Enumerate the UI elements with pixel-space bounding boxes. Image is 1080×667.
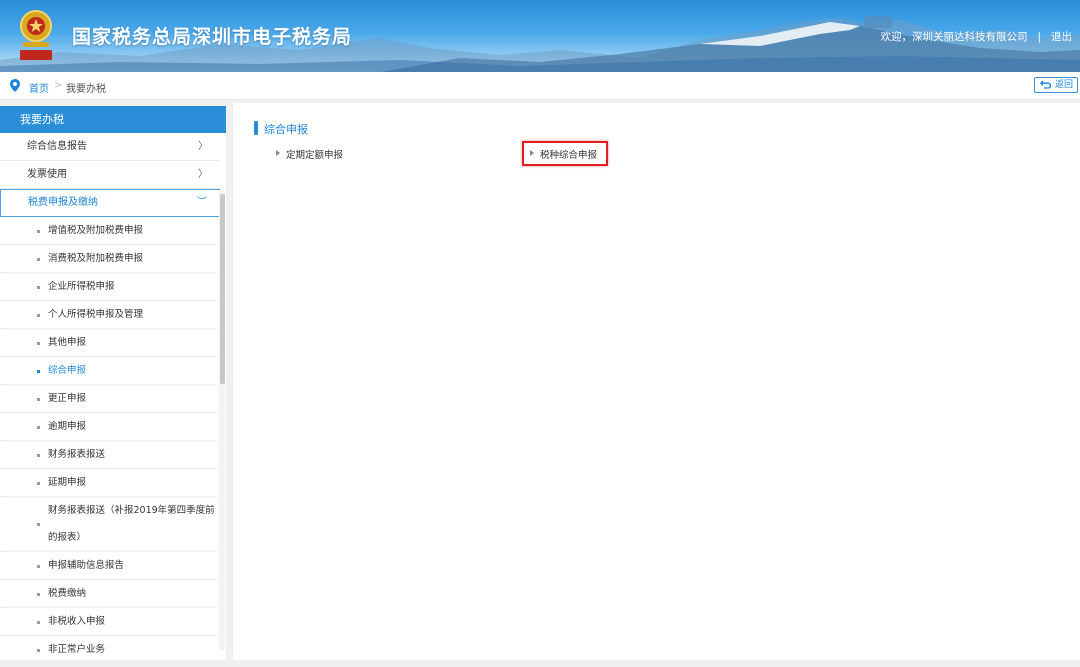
submenu-item-label: 更正申报 bbox=[48, 393, 87, 404]
bullet-icon bbox=[37, 258, 40, 261]
submenu-item-label: 非税收入申报 bbox=[48, 616, 106, 627]
submenu-item[interactable]: 逾期申报 bbox=[0, 413, 220, 441]
breadcrumb-current: 我要办税 bbox=[66, 84, 106, 95]
link-fixed-quota-declaration[interactable]: 定期定额申报 bbox=[276, 147, 343, 161]
caret-right-icon bbox=[530, 150, 534, 156]
bullet-icon bbox=[37, 426, 40, 429]
user-area: 欢迎，深圳关丽达科技有限公司 | 退出 bbox=[880, 29, 1072, 44]
submenu-item-label: 非正常户业务 bbox=[48, 644, 106, 655]
submenu-item-label: 申报辅助信息报告 bbox=[48, 560, 125, 571]
submenu-item-label: 消费税及附加税费申报 bbox=[48, 253, 144, 264]
submenu-item[interactable]: 财务报表报送 bbox=[0, 441, 220, 469]
sidebar-scrollbar-thumb[interactable] bbox=[220, 194, 225, 384]
bullet-icon bbox=[37, 314, 40, 317]
submenu-item-label: 企业所得税申报 bbox=[48, 281, 115, 292]
caret-right-icon bbox=[276, 150, 280, 156]
submenu-item-label: 延期申报 bbox=[48, 477, 87, 488]
site-header: 国家税务总局深圳市电子税务局 欢迎，深圳关丽达科技有限公司 | 退出 bbox=[0, 0, 1080, 72]
tax-emblem-logo bbox=[14, 6, 58, 62]
main-panel: 综合申报 定期定额申报 税种综合申报 bbox=[233, 103, 1080, 660]
submenu-item[interactable]: 延期申报 bbox=[0, 469, 220, 497]
breadcrumb-bar: 首页 > 我要办税 bbox=[0, 72, 1080, 100]
sidebar-item-label: 综合信息报告 bbox=[27, 141, 87, 152]
logout-link[interactable]: 退出 bbox=[1051, 31, 1072, 43]
bullet-icon bbox=[37, 649, 40, 652]
link-label: 税种综合申报 bbox=[540, 150, 598, 161]
chevron-right-icon: 〉 bbox=[198, 169, 208, 180]
submenu-item-label: 财务报表报送（补报2019年第四季度前的报表） bbox=[48, 505, 215, 543]
back-button[interactable]: 返回 bbox=[1034, 77, 1078, 93]
submenu-item-label: 税费缴纳 bbox=[48, 588, 87, 599]
submenu-item-label: 财务报表报送 bbox=[48, 449, 106, 460]
bullet-icon bbox=[37, 482, 40, 485]
sidebar-item-invoice[interactable]: 发票使用 〉 bbox=[0, 161, 220, 189]
chevron-right-icon: 〉 bbox=[198, 141, 208, 152]
submenu-item-label: 综合申报 bbox=[48, 365, 87, 376]
sidebar-item-label: 税费申报及缴纳 bbox=[28, 197, 98, 208]
submenu-item[interactable]: 增值税及附加税费申报 bbox=[0, 217, 220, 245]
submenu-item[interactable]: 个人所得税申报及管理 bbox=[0, 301, 220, 329]
bullet-icon bbox=[37, 593, 40, 596]
sidebar: 我要办税 综合信息报告 〉 发票使用 〉 税费申报及缴纳 ︶ 增值税及附加税费申… bbox=[0, 106, 226, 660]
submenu-item[interactable]: 非税收入申报 bbox=[0, 608, 220, 636]
submenu-item[interactable]: 非正常户业务 bbox=[0, 636, 220, 660]
submenu-item[interactable]: 更正申报 bbox=[0, 385, 220, 413]
section-marker bbox=[254, 121, 258, 135]
link-comprehensive-tax-declaration[interactable]: 税种综合申报 bbox=[530, 147, 597, 161]
breadcrumb-home[interactable]: 首页 bbox=[29, 80, 49, 95]
bullet-icon bbox=[37, 565, 40, 568]
submenu-item[interactable]: 财务报表报送（补报2019年第四季度前的报表） bbox=[0, 497, 220, 552]
sidebar-item-info-report[interactable]: 综合信息报告 〉 bbox=[0, 133, 220, 161]
bullet-icon bbox=[37, 342, 40, 345]
back-button-label: 返回 bbox=[1055, 80, 1074, 90]
submenu-item[interactable]: 企业所得税申报 bbox=[0, 273, 220, 301]
submenu-item-label: 其他申报 bbox=[48, 337, 87, 348]
submenu-item[interactable]: 其他申报 bbox=[0, 329, 220, 357]
bullet-icon bbox=[37, 398, 40, 401]
submenu-item-label: 个人所得税申报及管理 bbox=[48, 309, 144, 320]
bullet-icon bbox=[37, 370, 40, 373]
submenu-item[interactable]: 消费税及附加税费申报 bbox=[0, 245, 220, 273]
submenu-item[interactable]: 税费缴纳 bbox=[0, 580, 220, 608]
section-title: 综合申报 bbox=[264, 123, 308, 136]
welcome-text: 欢迎，深圳关丽达科技有限公司 bbox=[880, 31, 1028, 43]
chevron-down-icon: ︶ bbox=[197, 197, 207, 208]
location-pin-icon bbox=[10, 79, 20, 92]
header-separator: | bbox=[1037, 31, 1041, 43]
submenu-item-label: 增值税及附加税费申报 bbox=[48, 225, 144, 236]
sidebar-item-label: 发票使用 bbox=[27, 169, 67, 180]
site-title: 国家税务总局深圳市电子税务局 bbox=[72, 26, 353, 48]
bullet-icon bbox=[37, 621, 40, 624]
bullet-icon bbox=[37, 230, 40, 233]
return-arrow-icon bbox=[1040, 80, 1051, 89]
sidebar-item-tax-declaration[interactable]: 税费申报及缴纳 ︶ bbox=[0, 189, 220, 217]
link-label: 定期定额申报 bbox=[286, 150, 344, 161]
bullet-icon bbox=[37, 286, 40, 289]
bullet-icon bbox=[37, 523, 40, 526]
submenu-item-label: 逾期申报 bbox=[48, 421, 87, 432]
submenu-item[interactable]: 申报辅助信息报告 bbox=[0, 552, 220, 580]
sidebar-heading: 我要办税 bbox=[0, 106, 226, 133]
submenu-item-active[interactable]: 综合申报 bbox=[0, 357, 220, 385]
bullet-icon bbox=[37, 454, 40, 457]
breadcrumb-separator: > bbox=[54, 80, 63, 91]
